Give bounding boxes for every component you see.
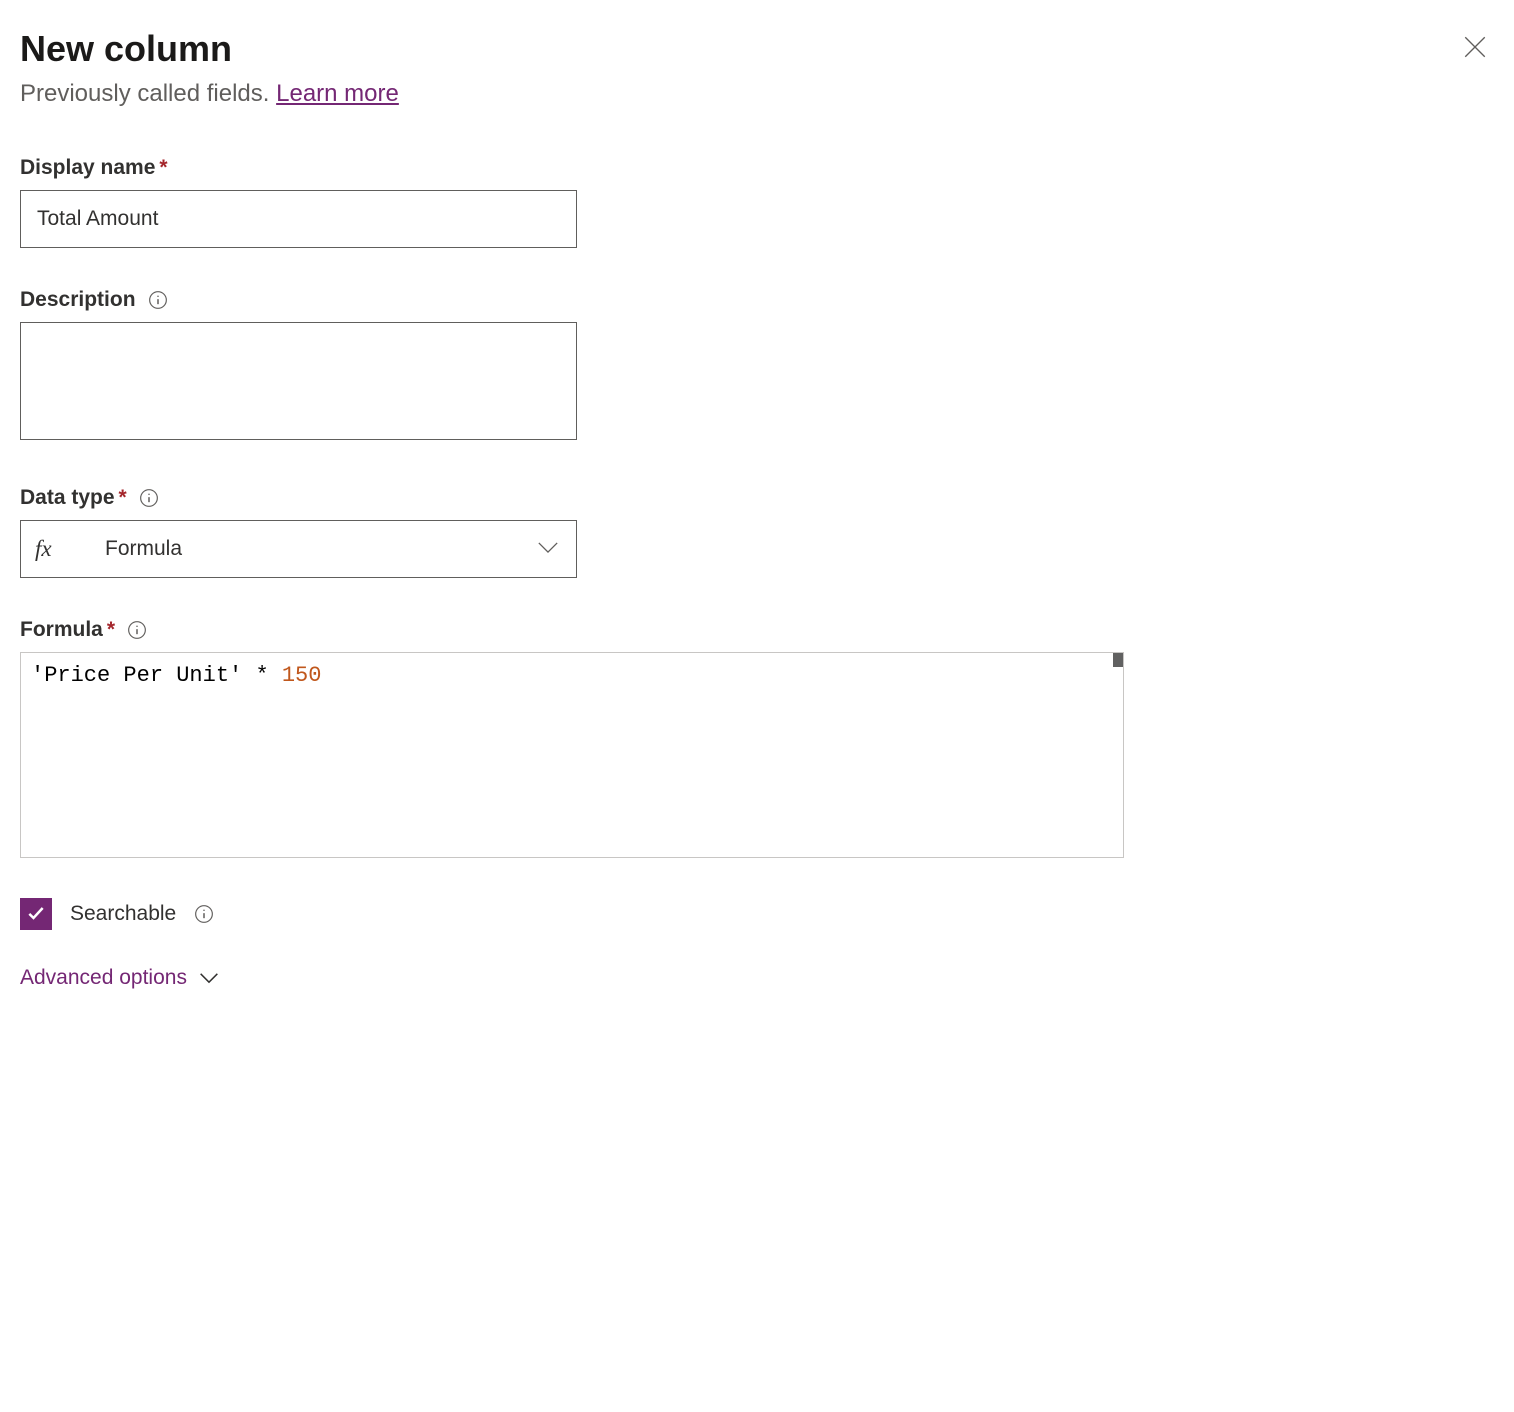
display-name-field-group: Display name*	[20, 156, 1494, 248]
formula-token-string: 'Price Per Unit'	[31, 663, 242, 688]
display-name-input[interactable]	[20, 190, 577, 248]
searchable-checkbox[interactable]	[20, 898, 52, 930]
formula-token-operator: *	[255, 663, 268, 688]
data-type-select[interactable]: fx Formula	[20, 520, 577, 578]
checkmark-icon	[26, 903, 46, 926]
scrollbar-thumb[interactable]	[1113, 653, 1123, 667]
advanced-options-label: Advanced options	[20, 966, 187, 990]
advanced-options-toggle[interactable]: Advanced options	[20, 966, 1494, 990]
info-icon[interactable]	[194, 904, 214, 924]
data-type-label: Data type*	[20, 486, 127, 510]
formula-label: Formula*	[20, 618, 115, 642]
required-indicator: *	[119, 486, 127, 509]
formula-editor[interactable]: 'Price Per Unit' * 150	[20, 652, 1124, 858]
chevron-down-icon	[199, 967, 219, 990]
description-label: Description	[20, 288, 136, 312]
info-icon[interactable]	[127, 620, 147, 640]
searchable-row: Searchable	[20, 898, 1494, 930]
formula-field-group: Formula* 'Price Per Unit' * 150	[20, 618, 1494, 858]
close-icon	[1462, 48, 1488, 63]
formula-label-text: Formula	[20, 618, 103, 641]
info-icon[interactable]	[148, 290, 168, 310]
data-type-value: Formula	[105, 537, 182, 561]
description-field-group: Description	[20, 288, 1494, 446]
required-indicator: *	[159, 156, 167, 179]
required-indicator: *	[107, 618, 115, 641]
data-type-label-text: Data type	[20, 486, 115, 509]
panel-title: New column	[20, 28, 399, 70]
fx-icon: fx	[35, 536, 52, 562]
display-name-label: Display name*	[20, 156, 1494, 180]
formula-token-number: 150	[282, 663, 322, 688]
panel-subtitle: Previously called fields. Learn more	[20, 80, 399, 108]
close-button[interactable]	[1456, 28, 1494, 69]
data-type-field-group: Data type* fx Formula	[20, 486, 1494, 578]
display-name-label-text: Display name	[20, 156, 155, 179]
description-input[interactable]	[20, 322, 577, 440]
learn-more-link[interactable]: Learn more	[276, 80, 399, 107]
info-icon[interactable]	[139, 488, 159, 508]
searchable-label: Searchable	[70, 902, 176, 926]
subtitle-text: Previously called fields.	[20, 80, 276, 107]
